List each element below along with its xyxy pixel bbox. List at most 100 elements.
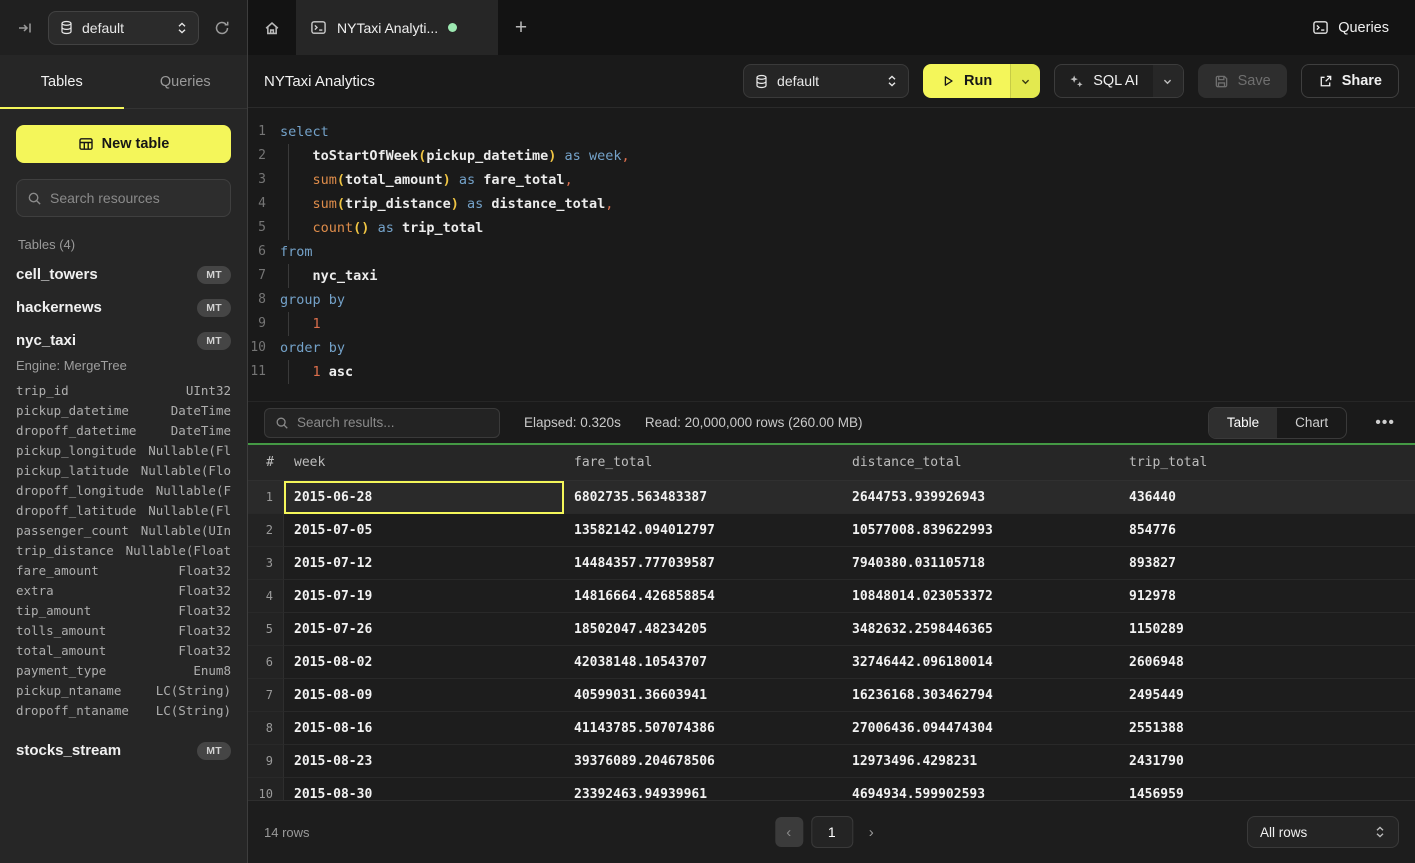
run-options-chevron[interactable] <box>1010 64 1040 98</box>
table-cell[interactable]: 2551388 <box>1119 712 1415 745</box>
row-number[interactable]: 9 <box>248 745 284 778</box>
save-button[interactable]: Save <box>1198 64 1287 98</box>
row-number[interactable]: 2 <box>248 514 284 547</box>
row-number[interactable]: 3 <box>248 547 284 580</box>
tab-nytaxi-analytics[interactable]: NYTaxi Analyti... <box>296 0 498 55</box>
sidebar-table-nyc-taxi[interactable]: nyc_taxi MT <box>16 324 231 357</box>
tab-title: NYTaxi Analyti... <box>337 20 438 36</box>
table-cell[interactable]: 1150289 <box>1119 613 1415 646</box>
table-cell[interactable]: 2015-07-12 <box>284 547 564 580</box>
home-button[interactable] <box>248 0 296 55</box>
table-cell[interactable]: 7940380.031105718 <box>842 547 1119 580</box>
row-number[interactable]: 8 <box>248 712 284 745</box>
table-cell[interactable]: 2431790 <box>1119 745 1415 778</box>
sidebar-database-selector[interactable]: default <box>48 11 199 45</box>
column-header[interactable]: trip_total <box>1119 445 1415 480</box>
table-cell[interactable]: 10577008.839622993 <box>842 514 1119 547</box>
table-cell[interactable]: 2015-06-28 <box>284 481 564 514</box>
new-table-button[interactable]: New table <box>16 125 231 163</box>
table-cell[interactable]: 2606948 <box>1119 646 1415 679</box>
row-number[interactable]: 1 <box>248 481 284 514</box>
more-options-icon[interactable]: ••• <box>1371 414 1399 432</box>
refresh-icon[interactable] <box>209 15 235 41</box>
table-cell[interactable]: 40599031.36603941 <box>564 679 842 712</box>
run-button[interactable]: Run <box>923 64 1040 98</box>
table-cell[interactable]: 14816664.426858854 <box>564 580 842 613</box>
table-cell[interactable]: 912978 <box>1119 580 1415 613</box>
new-tab-button[interactable]: + <box>498 0 544 55</box>
table-cell[interactable]: 10848014.023053372 <box>842 580 1119 613</box>
sql-ai-button[interactable]: SQL AI <box>1054 64 1183 98</box>
table-cell[interactable]: 16236168.303462794 <box>842 679 1119 712</box>
results-search-input[interactable]: Search results... <box>264 408 500 438</box>
sql-editor[interactable]: 1select2 toStartOfWeek(pickup_datetime) … <box>248 108 1415 401</box>
table-cell[interactable]: 854776 <box>1119 514 1415 547</box>
table-cell[interactable]: 27006436.094474304 <box>842 712 1119 745</box>
table-cell[interactable]: 893827 <box>1119 547 1415 580</box>
column-row: dropoff_datetimeDateTime <box>16 421 231 441</box>
column-row: pickup_longitudeNullable(Fl <box>16 441 231 461</box>
table-cell[interactable]: 2015-08-30 <box>284 778 564 800</box>
table-cell[interactable]: 6802735.563483387 <box>564 481 842 514</box>
sidebar-table-stocks-stream[interactable]: stocks_stream MT <box>16 734 231 767</box>
table-cell[interactable]: 14484357.777039587 <box>564 547 842 580</box>
queries-button[interactable]: Queries <box>1286 0 1415 55</box>
table-cell[interactable]: 2015-08-16 <box>284 712 564 745</box>
table-cell[interactable]: 4694934.599902593 <box>842 778 1119 800</box>
row-number[interactable]: 4 <box>248 580 284 613</box>
next-page-button[interactable]: › <box>861 824 882 841</box>
table-cell[interactable]: 42038148.10543707 <box>564 646 842 679</box>
table-cell[interactable]: 2644753.939926943 <box>842 481 1119 514</box>
table-cell[interactable]: 2015-08-02 <box>284 646 564 679</box>
database-icon <box>754 74 769 89</box>
sidebar-table-hackernews[interactable]: hackernews MT <box>16 291 231 324</box>
table-cell[interactable]: 2015-07-05 <box>284 514 564 547</box>
table-cell[interactable]: 2015-07-26 <box>284 613 564 646</box>
column-header[interactable]: fare_total <box>564 445 842 480</box>
table-cell[interactable]: 32746442.096180014 <box>842 646 1119 679</box>
row-number[interactable]: 5 <box>248 613 284 646</box>
table-cell[interactable]: 2015-08-09 <box>284 679 564 712</box>
view-toggle-chart[interactable]: Chart <box>1277 408 1346 438</box>
table-cell[interactable]: 3482632.2598446365 <box>842 613 1119 646</box>
table-row: 102015-08-3023392463.949399614694934.599… <box>248 778 1415 800</box>
current-page[interactable]: 1 <box>811 816 853 848</box>
view-toggle-table[interactable]: Table <box>1209 408 1277 438</box>
share-button[interactable]: Share <box>1301 64 1399 98</box>
collapse-sidebar-icon[interactable] <box>12 15 38 41</box>
code-line: 9 1 <box>248 312 1415 336</box>
column-name: trip_id <box>16 381 69 401</box>
table-cell[interactable]: 13582142.094012797 <box>564 514 842 547</box>
table-cell[interactable]: 436440 <box>1119 481 1415 514</box>
table-cell[interactable]: 1456959 <box>1119 778 1415 800</box>
table-cell[interactable]: 18502047.48234205 <box>564 613 842 646</box>
code-text: from <box>280 240 313 264</box>
row-number[interactable]: 6 <box>248 646 284 679</box>
engine-badge: MT <box>197 742 231 760</box>
sidebar-database-value: default <box>82 20 168 36</box>
sidebar-tab-queries[interactable]: Queries <box>124 55 248 108</box>
table-cell[interactable]: 23392463.94939961 <box>564 778 842 800</box>
share-label: Share <box>1342 73 1382 89</box>
sql-ai-chevron[interactable] <box>1153 65 1183 97</box>
column-header[interactable]: distance_total <box>842 445 1119 480</box>
column-type: Float32 <box>178 601 231 621</box>
page-size-select[interactable]: All rows <box>1247 816 1399 848</box>
row-number[interactable]: 7 <box>248 679 284 712</box>
sidebar-search-input[interactable]: Search resources <box>16 179 231 217</box>
column-type: Float32 <box>178 641 231 661</box>
sidebar-table-cell-towers[interactable]: cell_towers MT <box>16 258 231 291</box>
header-database-selector[interactable]: default <box>743 64 909 98</box>
prev-page-button[interactable]: ‹ <box>775 817 803 847</box>
table-cell[interactable]: 2015-07-19 <box>284 580 564 613</box>
table-cell[interactable]: 2015-08-23 <box>284 745 564 778</box>
table-cell[interactable]: 39376089.204678506 <box>564 745 842 778</box>
row-number[interactable]: 10 <box>248 778 284 800</box>
code-line: 5 count() as trip_total <box>248 216 1415 240</box>
table-cell[interactable]: 12973496.4298231 <box>842 745 1119 778</box>
updown-chevron-icon <box>1374 825 1386 839</box>
table-cell[interactable]: 2495449 <box>1119 679 1415 712</box>
table-cell[interactable]: 41143785.507074386 <box>564 712 842 745</box>
sidebar-tab-tables[interactable]: Tables <box>0 55 124 108</box>
column-header[interactable]: week <box>284 445 564 480</box>
